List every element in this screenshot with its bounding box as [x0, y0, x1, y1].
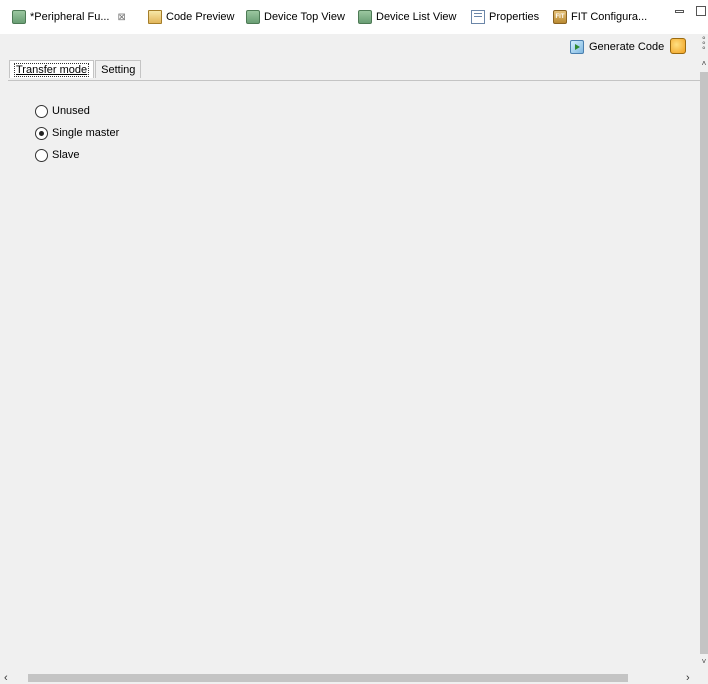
maximize-button[interactable] — [696, 6, 706, 16]
tab-code-preview[interactable]: Code Preview — [148, 8, 234, 26]
tab-setting-label: Setting — [101, 63, 136, 76]
horizontal-scrollbar[interactable]: ‹ › — [0, 672, 700, 684]
radio-label: Unused — [52, 105, 90, 117]
tab-device-top-view[interactable]: Device Top View — [246, 8, 345, 26]
horizontal-scroll-thumb[interactable] — [28, 674, 628, 682]
scroll-right-icon[interactable]: › — [686, 672, 696, 684]
radio-label: Slave — [52, 149, 80, 161]
radio-button[interactable] — [35, 104, 48, 118]
radio-label: Single master — [52, 127, 120, 139]
tab-properties[interactable]: Properties — [471, 8, 539, 26]
chip-icon — [358, 10, 372, 24]
vertical-scrollbar[interactable]: ˄ ˅ — [700, 58, 708, 672]
minimize-button[interactable] — [675, 7, 685, 17]
tab-divider — [8, 80, 700, 81]
tab-label: Code Preview — [166, 11, 235, 23]
close-icon[interactable]: ⊠ — [117, 12, 125, 23]
radio-button[interactable] — [35, 148, 48, 162]
fit-icon: FIT — [553, 10, 567, 24]
chip-icon — [246, 10, 260, 24]
peripheral-editor: Transfer mode Setting Unused Single mast… — [0, 58, 708, 684]
generate-code-label: Generate Code — [589, 41, 665, 53]
backup-icon[interactable] — [670, 38, 686, 54]
view-menu-icon[interactable]: ° ° ° — [702, 36, 706, 55]
scroll-down-icon[interactable]: ˅ — [700, 658, 708, 666]
tab-label: FIT Configura... — [571, 11, 648, 23]
transfer-mode-radio-group: Unused Single master Slave — [35, 100, 119, 166]
tab-label: Device List View — [376, 11, 457, 23]
scroll-left-icon[interactable]: ‹ — [4, 672, 14, 684]
scroll-up-icon[interactable]: ˄ — [700, 60, 708, 68]
tab-device-list-view[interactable]: Device List View — [358, 8, 457, 26]
radio-unused[interactable]: Unused — [35, 100, 119, 122]
generate-code-button[interactable]: Generate Code — [570, 38, 664, 56]
vertical-scroll-thumb[interactable] — [700, 72, 708, 654]
properties-icon — [471, 10, 485, 24]
tab-fit-configurator[interactable]: FIT FIT Configura... — [553, 8, 647, 26]
tab-label: *Peripheral Fu... — [30, 11, 110, 23]
tab-transfer-mode[interactable]: Transfer mode — [9, 60, 95, 78]
tab-label: Properties — [489, 11, 540, 23]
tab-setting[interactable]: Setting — [95, 60, 142, 78]
tab-peripheral-functions[interactable]: *Peripheral Fu... ⊠ — [12, 8, 126, 26]
tab-transfer-mode-label: Transfer mode — [13, 62, 90, 77]
generate-code-icon — [570, 40, 584, 54]
tab-label: Device Top View — [264, 11, 345, 23]
chip-icon — [12, 10, 26, 24]
radio-slave[interactable]: Slave — [35, 144, 119, 166]
radio-single-master[interactable]: Single master — [35, 122, 119, 144]
view-tab-strip: *Peripheral Fu... ⊠ Code Preview Device … — [0, 0, 708, 34]
subtab-bar: Transfer mode Setting — [9, 60, 142, 80]
code-preview-icon — [148, 10, 162, 24]
radio-button[interactable] — [35, 126, 48, 140]
